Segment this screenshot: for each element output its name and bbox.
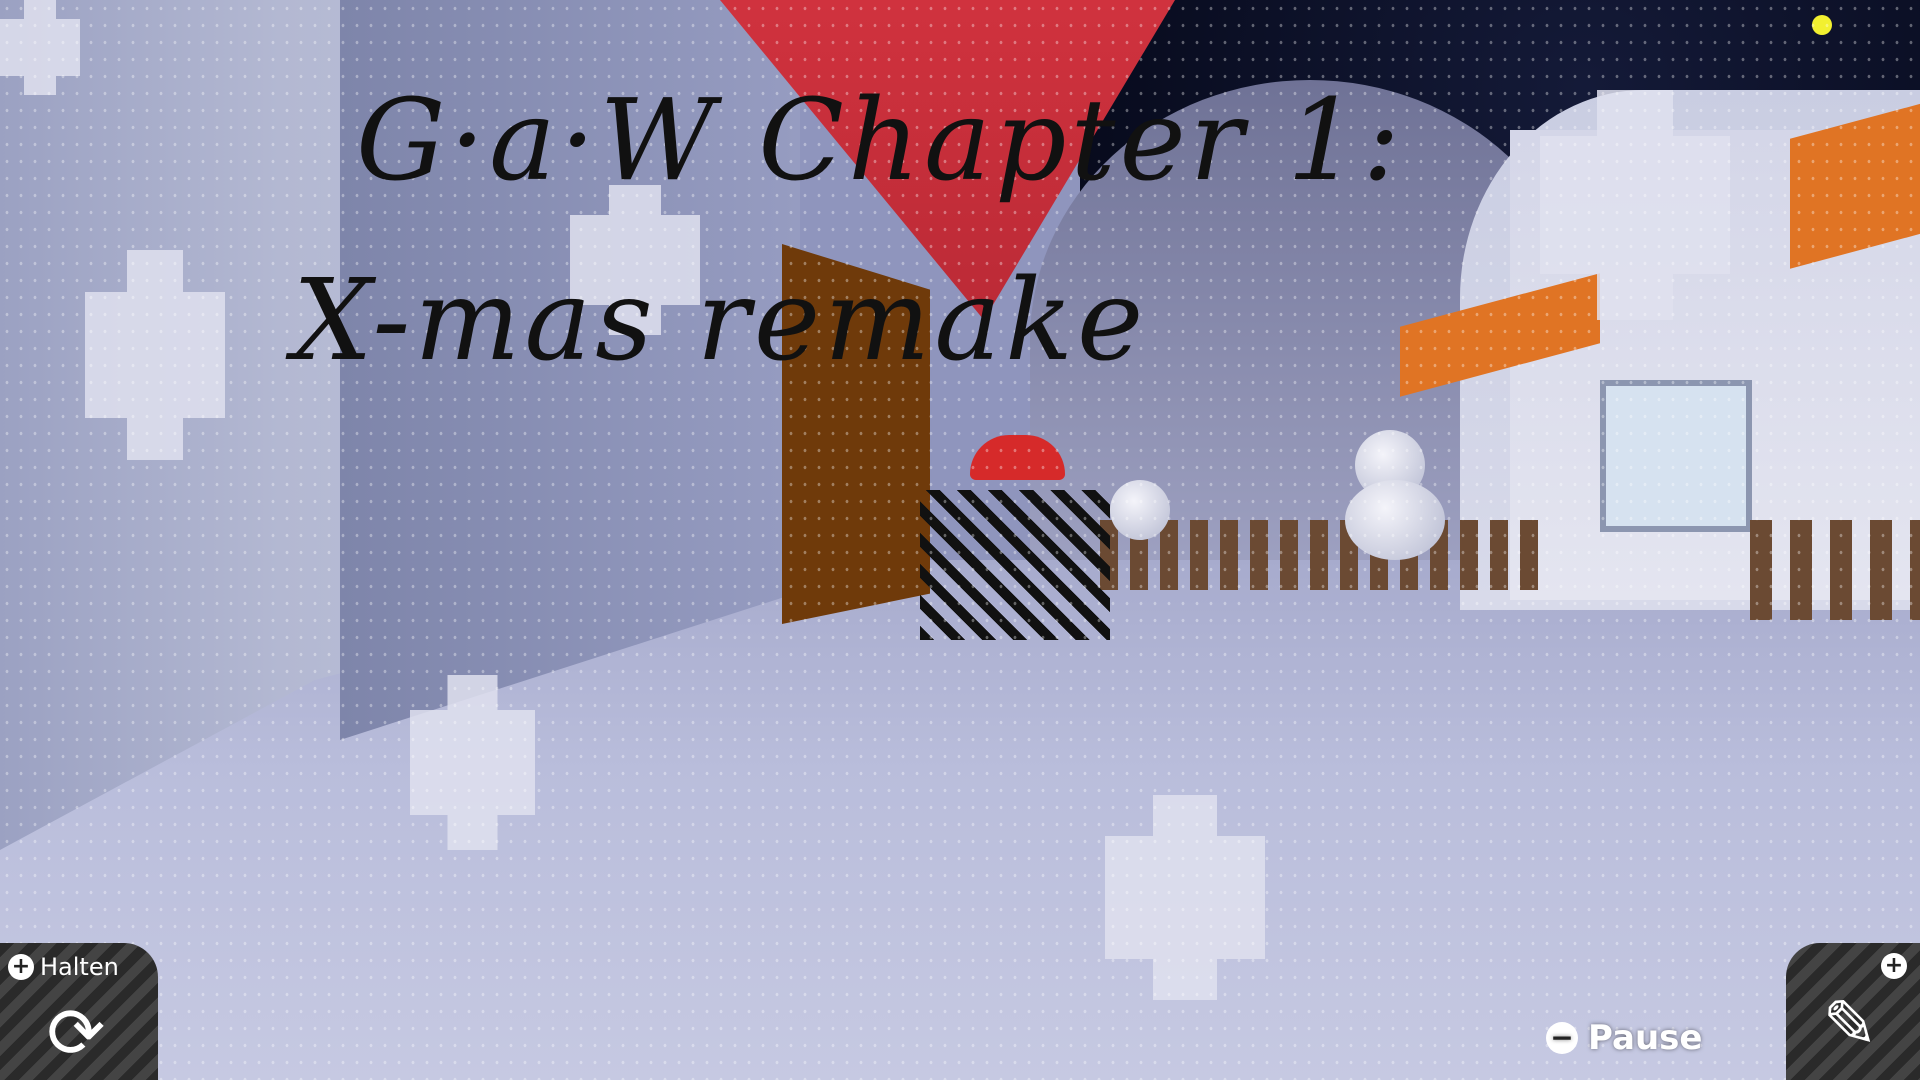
pause-button[interactable]: − Pause: [1546, 1018, 1702, 1058]
pencil-icon[interactable]: ✎: [1810, 985, 1890, 1065]
title-line-1: G·a·W Chapter 1:: [356, 76, 1404, 206]
hold-label: Halten: [40, 953, 119, 981]
title-line-2: X-mas remake: [292, 256, 1148, 386]
rotate-icon[interactable]: ⟳: [36, 998, 116, 1068]
hold-button[interactable]: + Halten: [8, 953, 119, 981]
plus-icon: +: [1881, 953, 1907, 979]
plus-icon: +: [8, 954, 34, 980]
minus-icon: −: [1546, 1022, 1578, 1054]
pause-label: Pause: [1588, 1018, 1703, 1058]
